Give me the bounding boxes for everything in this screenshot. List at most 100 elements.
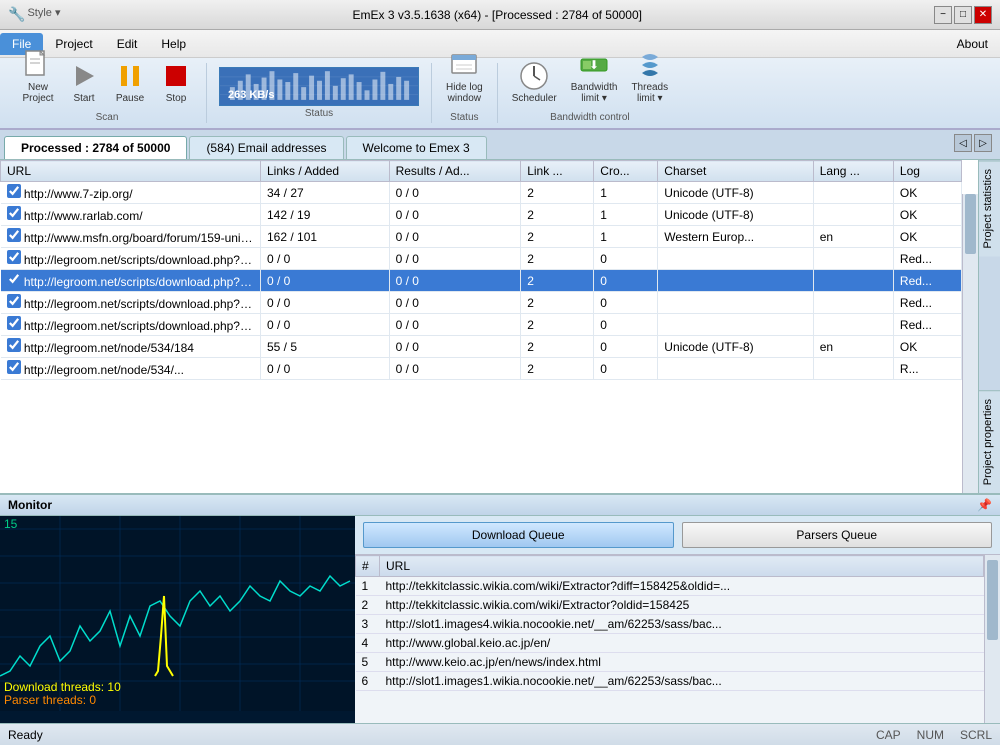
table-row[interactable]: http://legroom.net/scripts/download.php?…	[1, 270, 962, 292]
toolbar-extra-group: Hide logwindow Status	[432, 63, 498, 123]
table-row[interactable]: http://www.msfn.org/board/forum/159-univ…	[1, 226, 962, 248]
pause-button[interactable]: Pause	[108, 56, 152, 108]
col-link: Link ...	[521, 161, 594, 182]
bandwidth-limit-button[interactable]: ⬇ Bandwidthlimit ▾	[565, 45, 624, 108]
parsers-queue-button[interactable]: Parsers Queue	[682, 522, 993, 548]
scheduler-icon	[518, 60, 550, 92]
queue-area: Download Queue Parsers Queue # URL 1http…	[355, 516, 1000, 723]
pause-label: Pause	[116, 93, 144, 104]
monitor-label: Monitor	[8, 498, 52, 512]
status-graph: 263 KB/s	[219, 67, 419, 106]
svg-text:15: 15	[4, 517, 18, 531]
row-checkbox[interactable]	[7, 228, 21, 242]
start-button[interactable]: Start	[62, 56, 106, 108]
table-row[interactable]: http://www.rarlab.com/ 142 / 19 0 / 0 2 …	[1, 204, 962, 226]
bandwidth-label: Bandwidthlimit ▾	[571, 82, 618, 104]
tab-prev-button[interactable]: ◁	[954, 134, 972, 152]
bandwidth-control-label: Bandwidth control	[550, 112, 630, 123]
threads-icon	[634, 49, 666, 81]
hide-log-label: Hide logwindow	[446, 82, 483, 104]
status-label: Status	[305, 108, 333, 119]
menu-about[interactable]: About	[945, 33, 1000, 55]
col-results: Results / Ad...	[389, 161, 521, 182]
title-bar: 🔧 Style ▾ EmEx 3 v3.5.1638 (x64) - [Proc…	[0, 0, 1000, 30]
download-queue-button[interactable]: Download Queue	[363, 522, 674, 548]
toolbar-bandwidth-group: Scheduler ⬇ Bandwidthlimit ▾	[498, 63, 682, 123]
queue-row[interactable]: 6http://slot1.images1.wikia.nocookie.net…	[356, 672, 984, 691]
table-row[interactable]: http://www.7-zip.org/ 34 / 27 0 / 0 2 1 …	[1, 182, 962, 204]
new-project-button[interactable]: NewProject	[16, 45, 60, 108]
queue-row[interactable]: 2http://tekkitclassic.wikia.com/wiki/Ext…	[356, 596, 984, 615]
start-label: Start	[73, 93, 94, 104]
window-title: EmEx 3 v3.5.1638 (x64) - [Processed : 27…	[60, 8, 934, 22]
svg-text:⬇: ⬇	[589, 58, 599, 72]
toolbar-scan-group: NewProject Start Pause	[8, 63, 207, 123]
row-checkbox[interactable]	[7, 316, 21, 330]
table-row[interactable]: http://legroom.net/scripts/download.php?…	[1, 248, 962, 270]
scheduler-button[interactable]: Scheduler	[506, 56, 563, 108]
col-log: Log	[893, 161, 961, 182]
col-charset: Charset	[658, 161, 813, 182]
cap-indicator: CAP	[876, 728, 901, 742]
queue-buttons: Download Queue Parsers Queue	[355, 516, 1000, 555]
queue-row[interactable]: 1http://tekkitclassic.wikia.com/wiki/Ext…	[356, 577, 984, 596]
speed-label: 263 KB/s	[228, 89, 274, 101]
project-properties-tab[interactable]: Project properties	[979, 390, 1000, 493]
stop-button[interactable]: Stop	[154, 56, 198, 108]
tab-processed[interactable]: Processed : 2784 of 50000	[4, 136, 187, 159]
new-project-label: NewProject	[22, 82, 53, 104]
monitor-content: 15 Download threads: 10 Parser threads: …	[0, 516, 1000, 723]
url-table: URL Links / Added Results / Ad... Link .…	[0, 160, 962, 380]
queue-scrollbar[interactable]	[984, 555, 1000, 723]
table-scrollbar[interactable]	[962, 184, 978, 493]
queue-table-container: # URL 1http://tekkitclassic.wikia.com/wi…	[355, 555, 1000, 723]
tab-nav-buttons: ◁ ▷	[954, 134, 992, 152]
table-row[interactable]: http://legroom.net/node/534/184 55 / 5 0…	[1, 336, 962, 358]
table-scroll[interactable]: URL Links / Added Results / Ad... Link .…	[0, 160, 962, 493]
col-links: Links / Added	[261, 161, 390, 182]
minimize-button[interactable]: −	[934, 6, 952, 24]
queue-row[interactable]: 4http://www.global.keio.ac.jp/en/	[356, 634, 984, 653]
monitor-panel: Monitor 📌	[0, 493, 1000, 723]
row-checkbox[interactable]	[7, 250, 21, 264]
queue-row[interactable]: 3http://slot1.images4.wikia.nocookie.net…	[356, 615, 984, 634]
row-checkbox[interactable]	[7, 338, 21, 352]
stop-label: Stop	[166, 93, 187, 104]
tab-next-button[interactable]: ▷	[974, 134, 992, 152]
scheduler-label: Scheduler	[512, 93, 557, 104]
row-checkbox[interactable]	[7, 360, 21, 374]
table-row[interactable]: http://legroom.net/scripts/download.php?…	[1, 292, 962, 314]
threads-limit-button[interactable]: Threadslimit ▾	[625, 45, 674, 108]
right-panel: Project statistics Project properties	[978, 160, 1000, 493]
title-bar-left: 🔧 Style ▾	[8, 6, 60, 23]
monitor-pin-icon: 📌	[977, 498, 992, 512]
status-group: 263 KB/s Status	[207, 63, 432, 123]
row-checkbox[interactable]	[7, 206, 21, 220]
scrl-indicator: SCRL	[960, 728, 992, 742]
svg-text:Parser threads: 0: Parser threads: 0	[4, 693, 96, 707]
close-button[interactable]: ✕	[974, 6, 992, 24]
scan-label: Scan	[96, 112, 119, 123]
tab-email[interactable]: (584) Email addresses	[189, 136, 343, 159]
bandwidth-icon: ⬇	[578, 49, 610, 81]
maximize-button[interactable]: □	[954, 6, 972, 24]
table-row[interactable]: http://legroom.net/node/534/... 0 / 0 0 …	[1, 358, 962, 380]
queue-table-scroll[interactable]: # URL 1http://tekkitclassic.wikia.com/wi…	[355, 555, 984, 723]
pause-icon	[114, 60, 146, 92]
hide-log-icon	[448, 49, 480, 81]
project-statistics-tab[interactable]: Project statistics	[979, 160, 1000, 256]
queue-row[interactable]: 5http://www.keio.ac.jp/en/news/index.htm…	[356, 653, 984, 672]
table-row[interactable]: http://legroom.net/scripts/download.php?…	[1, 314, 962, 336]
tab-welcome[interactable]: Welcome to Emex 3	[346, 136, 487, 159]
hide-log-button[interactable]: Hide logwindow	[440, 45, 489, 108]
stop-icon	[160, 60, 192, 92]
col-lang: Lang ...	[813, 161, 893, 182]
row-checkbox[interactable]	[7, 294, 21, 308]
col-url: URL	[1, 161, 261, 182]
tab-bar: Processed : 2784 of 50000 (584) Email ad…	[0, 130, 1000, 160]
row-checkbox[interactable]	[7, 272, 21, 286]
queue-col-url: URL	[380, 556, 984, 577]
row-checkbox[interactable]	[7, 184, 21, 198]
new-project-icon	[22, 49, 54, 81]
start-icon	[68, 60, 100, 92]
